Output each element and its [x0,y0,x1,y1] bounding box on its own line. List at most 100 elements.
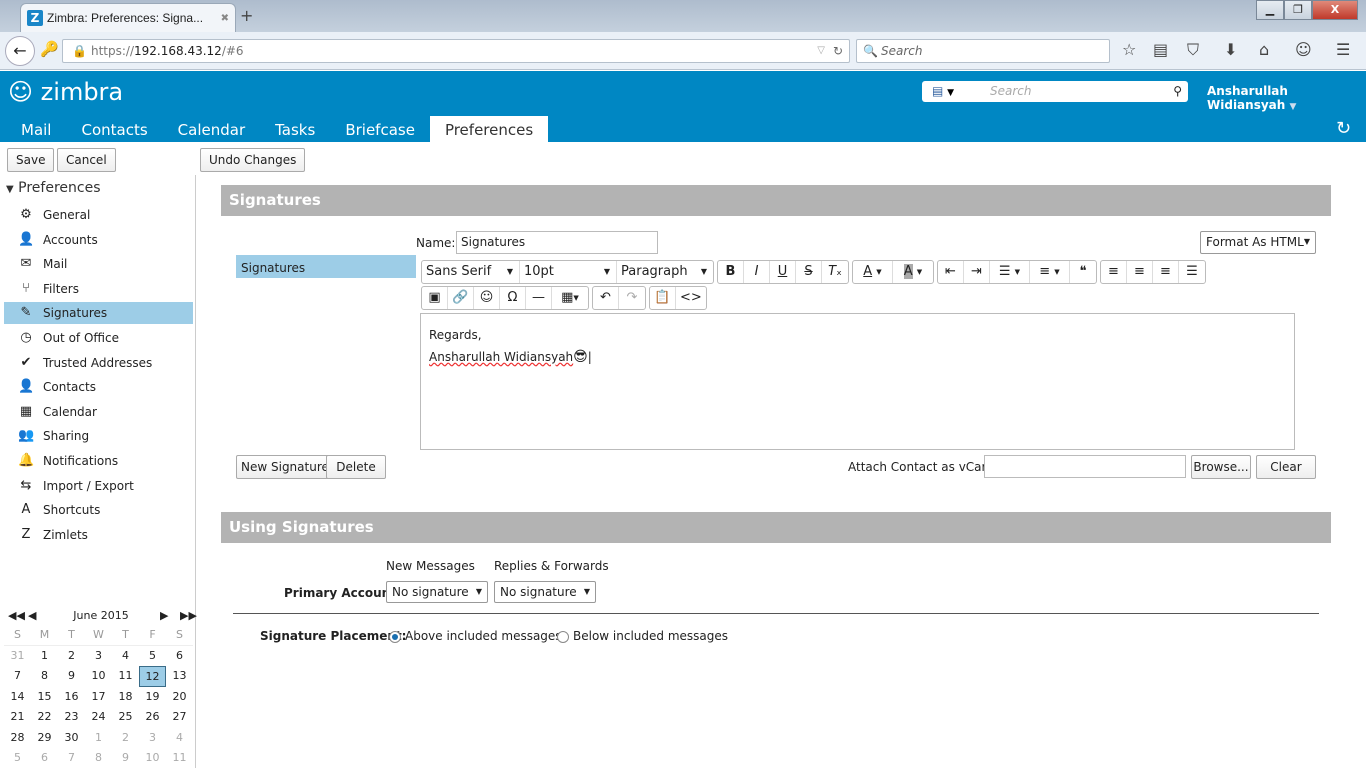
calendar-day[interactable]: 31 [4,646,31,667]
radio-icon[interactable] [389,630,401,643]
font-family-select[interactable]: Sans Serif ▼ [422,261,520,283]
sidebar-item-trusted-addresses[interactable]: ✔ Trusted Addresses [4,352,193,374]
restore-button[interactable]: ❐ [1284,0,1312,20]
format-dropdown[interactable]: Format As HTML [1200,231,1316,254]
calendar-day[interactable]: 28 [4,728,31,749]
source-code-icon[interactable]: <> [676,287,706,309]
tab-mail[interactable]: Mail [6,116,66,142]
bold-icon[interactable]: B [718,261,744,283]
align-right-icon[interactable]: ≡ [1153,261,1179,283]
calendar-day[interactable]: 9 [112,748,139,769]
calendar-day[interactable]: 4 [112,646,139,667]
horizontal-rule-icon[interactable]: — [526,287,552,309]
back-button[interactable]: ← [5,36,35,66]
bullet-list-icon[interactable]: ☰ ▾ [990,261,1030,283]
background-color-icon[interactable]: A ▾ [893,261,933,283]
close-tab-icon[interactable]: ✖ [221,13,229,24]
home-icon[interactable]: ⌂ [1259,40,1269,59]
calendar-day[interactable]: 5 [139,646,166,667]
sidebar-item-import-export[interactable]: ⇆ Import / Export [4,475,193,497]
calendar-day[interactable]: 27 [166,707,193,728]
new-messages-select[interactable]: No signature [386,581,488,603]
save-button[interactable]: Save [7,148,55,172]
sidebar-item-accounts[interactable]: 👤 Accounts [4,229,193,251]
browser-tab[interactable]: Z Zimbra: Preferences: Signa... ✖ [20,3,236,32]
calendar-day[interactable]: 11 [166,748,193,769]
signature-editor[interactable]: Regards, Ansharullah Widiansyah😎| [420,313,1295,450]
calendar-day[interactable]: 7 [58,748,85,769]
link-icon[interactable]: 🔗 [448,287,474,309]
new-tab-button[interactable]: + [240,6,253,25]
calendar-day[interactable]: 4 [166,728,193,749]
signature-name-input[interactable]: Signatures [456,231,658,254]
calendar-day[interactable]: 1 [31,646,58,667]
delete-button[interactable]: Delete [326,455,386,479]
sidebar-item-sharing[interactable]: 👥 Sharing [4,425,193,447]
italic-icon[interactable]: I [744,261,770,283]
calendar-day[interactable]: 7 [4,666,31,687]
calendar-day[interactable]: 3 [85,646,112,667]
new-signature-button[interactable]: New Signature [236,455,334,479]
calendar-day[interactable]: 6 [166,646,193,667]
vcard-input[interactable] [984,455,1186,478]
calendar-day[interactable]: 1 [85,728,112,749]
user-menu[interactable]: Ansharullah Widiansyah ▼ [1207,84,1366,112]
below-radio[interactable]: Below included messages [557,629,728,643]
calendar-day[interactable]: 8 [31,666,58,687]
close-window-button[interactable]: X [1312,0,1358,20]
zimbra-search-input[interactable]: ▤ ▼ Search ⚲ [922,81,1188,102]
above-radio[interactable]: Above included messages [389,629,562,643]
special-char-icon[interactable]: Ω [500,287,526,309]
paste-text-icon[interactable]: 📋 [650,287,676,309]
tab-calendar[interactable]: Calendar [163,116,260,142]
calendar-day[interactable]: 24 [85,707,112,728]
tab-tasks[interactable]: Tasks [260,116,330,142]
calendar-day[interactable]: 2 [112,728,139,749]
blockquote-icon[interactable]: ❝ [1070,261,1096,283]
calendar-day[interactable]: 19 [139,687,166,708]
cancel-button[interactable]: Cancel [57,148,116,172]
calendar-day[interactable]: 26 [139,707,166,728]
next-year-icon[interactable]: ▶▶ [180,609,197,622]
download-icon[interactable]: ⬇ [1224,40,1237,59]
outdent-icon[interactable]: ⇤ [938,261,964,283]
sidebar-item-signatures[interactable]: ✎ Signatures [4,302,193,325]
sidebar-item-general[interactable]: ⚙ General [4,204,193,226]
redo-icon[interactable]: ↷ [619,287,645,309]
search-type-icon[interactable]: ▤ ▼ [932,81,954,104]
replies-select[interactable]: No signature [494,581,596,603]
calendar-day[interactable]: 12 [139,666,166,687]
sidebar-item-out-of-office[interactable]: ◷ Out of Office [4,327,193,349]
calendar-day[interactable]: 9 [58,666,85,687]
calendar-day[interactable]: 20 [166,687,193,708]
underline-icon[interactable]: U [770,261,796,283]
radio-icon[interactable] [557,630,569,643]
calendar-day[interactable]: 22 [31,707,58,728]
undo-icon[interactable]: ↶ [593,287,619,309]
font-size-select[interactable]: 10pt ▼ [520,261,617,283]
calendar-day[interactable]: 23 [58,707,85,728]
prev-month-icon[interactable]: ◀ [22,609,42,622]
tab-contacts[interactable]: Contacts [66,116,162,142]
align-left-icon[interactable]: ≡ [1101,261,1127,283]
sidebar-item-shortcuts[interactable]: A Shortcuts [4,499,193,521]
table-icon[interactable]: ▦▾ [552,287,588,309]
calendar-day[interactable]: 3 [139,728,166,749]
signature-list-item[interactable]: Signatures [236,255,416,278]
preferences-tree-header[interactable]: ▼ Preferences [6,180,101,196]
calendar-day[interactable]: 25 [112,707,139,728]
calendar-day[interactable]: 8 [85,748,112,769]
calendar-day[interactable]: 14 [4,687,31,708]
minimize-button[interactable]: ▁ [1256,0,1284,20]
justify-icon[interactable]: ☰ [1179,261,1205,283]
clear-button[interactable]: Clear [1256,455,1316,479]
browser-search-input[interactable]: 🔍 Search [856,39,1110,63]
calendar-day[interactable]: 2 [58,646,85,667]
sidebar-item-mail[interactable]: ✉ Mail [4,253,193,275]
sidebar-item-notifications[interactable]: 🔔 Notifications [4,450,193,472]
calendar-day[interactable]: 30 [58,728,85,749]
collapse-icon[interactable]: ▼ [6,184,14,195]
sidebar-item-calendar[interactable]: ▦ Calendar [4,401,193,423]
tab-briefcase[interactable]: Briefcase [330,116,430,142]
refresh-icon[interactable]: ↻ [1336,118,1351,139]
